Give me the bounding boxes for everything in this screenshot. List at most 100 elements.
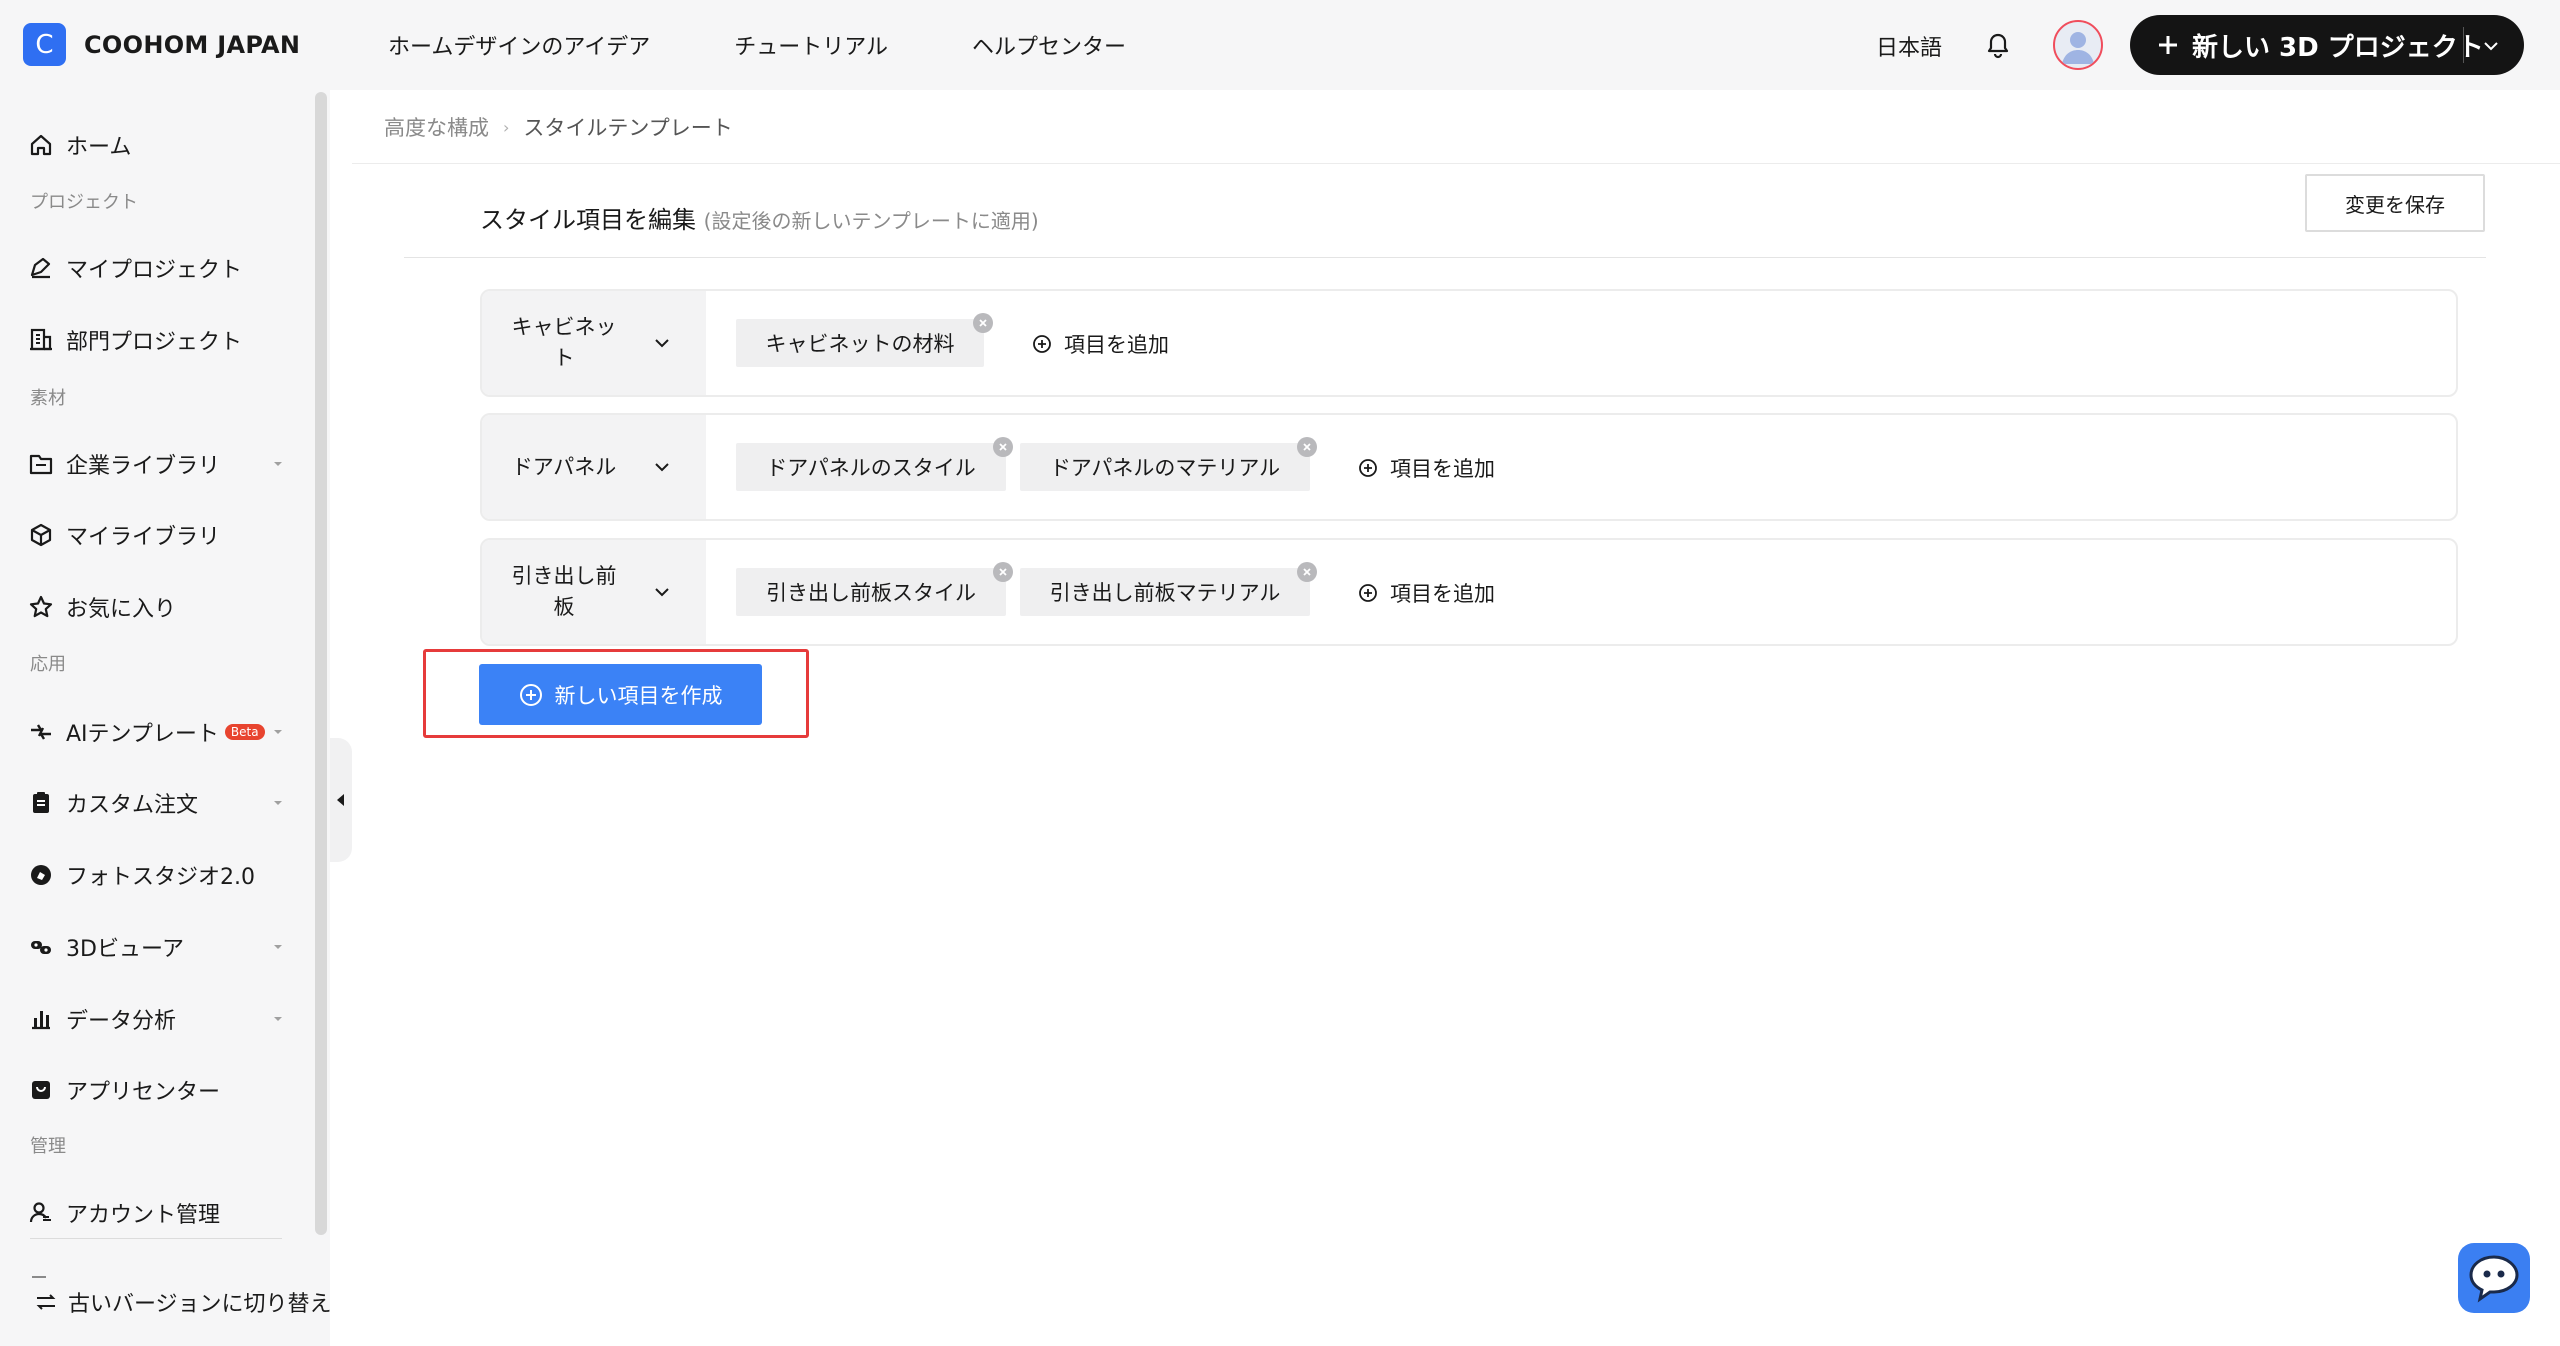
- style-item-chip[interactable]: キャビネットの材料: [736, 319, 984, 367]
- bell-icon[interactable]: [1982, 29, 2014, 61]
- star-icon: [29, 595, 53, 618]
- breadcrumb-parent[interactable]: 高度な構成: [384, 112, 489, 142]
- style-row-cabinet: キャビネット キャビネットの材料 項目を追加: [480, 289, 2458, 397]
- sidebar-item-home[interactable]: ホーム: [28, 125, 131, 165]
- breadcrumb: 高度な構成 › スタイルテンプレート: [384, 112, 733, 142]
- top-nav: ホームデザインのアイデア チュートリアル ヘルプセンター: [388, 0, 1210, 90]
- sidebar-item-label: カスタム注文: [66, 793, 199, 818]
- user-settings-icon: [29, 1202, 51, 1223]
- plus-circle-icon: [1359, 459, 1377, 477]
- breadcrumb-separator-icon: ›: [503, 117, 510, 137]
- remove-item-icon[interactable]: [973, 313, 993, 333]
- add-item-button[interactable]: 項目を追加: [1358, 453, 1495, 483]
- nav-help-center[interactable]: ヘルプセンター: [972, 29, 1126, 61]
- sidebar-item-label: ホーム: [66, 135, 132, 160]
- sidebar-item-my-library[interactable]: マイライブラリ: [28, 515, 220, 555]
- brand-logo: C: [23, 23, 66, 66]
- nav-tutorials[interactable]: チュートリアル: [734, 29, 888, 61]
- sidebar-item-label: アプリセンター: [66, 1080, 221, 1105]
- title-divider: [404, 257, 2486, 258]
- triangle-left-icon: [337, 794, 344, 806]
- chevron-down-icon: [655, 463, 669, 472]
- language-selector[interactable]: 日本語: [1876, 30, 1942, 62]
- remove-item-icon[interactable]: [993, 437, 1013, 457]
- sidebar-divider: [30, 1238, 282, 1239]
- sidebar-item-ai-templates[interactable]: AIテンプレート Beta: [28, 712, 282, 752]
- create-new-item-button[interactable]: 新しい項目を作成: [479, 664, 762, 725]
- sidebar-item-favorites[interactable]: お気に入り: [28, 587, 176, 627]
- link-chain-icon: [31, 941, 51, 954]
- plus-circle-icon: [1359, 584, 1377, 602]
- sidebar-item-data-analysis[interactable]: データ分析: [28, 999, 282, 1039]
- sidebar-item-label: マイライブラリ: [66, 525, 221, 550]
- sidebar-item-label: 3Dビューア: [66, 937, 185, 962]
- add-item-button[interactable]: 項目を追加: [1032, 329, 1169, 359]
- style-row-door-panel: ドアパネル ドアパネルのスタイル ドアパネルのマテリアル 項目を追加: [480, 413, 2458, 521]
- page-title: スタイル項目を編集 (設定後の新しいテンプレートに適用): [480, 200, 1039, 235]
- caret-down-icon: [274, 945, 282, 949]
- sidebar-item-app-center[interactable]: アプリセンター: [28, 1070, 220, 1110]
- chevron-down-icon: [655, 588, 669, 597]
- remove-item-icon[interactable]: [993, 562, 1013, 582]
- caret-down-icon: [274, 730, 282, 734]
- page-title-note: (設定後の新しいテンプレートに適用): [703, 209, 1039, 233]
- nav-home-design-ideas[interactable]: ホームデザインのアイデア: [388, 29, 650, 61]
- sidebar-item-label: お気に入り: [66, 597, 177, 622]
- sidebar-item-3d-viewer[interactable]: 3Dビューア: [28, 927, 282, 967]
- swap-icon: [36, 1294, 56, 1310]
- style-item-chip[interactable]: 引き出し前板マテリアル: [1020, 568, 1310, 616]
- sidebar-item-photo-studio[interactable]: フォトスタジオ2.0: [28, 855, 255, 895]
- sidebar-item-custom-order[interactable]: カスタム注文: [28, 783, 282, 823]
- building-icon: [30, 328, 52, 351]
- chevron-down-icon: [655, 339, 669, 348]
- sidebar-item-label: AIテンプレート: [66, 722, 219, 747]
- plus-circle-icon: [519, 683, 542, 706]
- chevron-down-icon[interactable]: [2479, 34, 2503, 58]
- sidebar: ホーム プロジェクト マイプロジェクト 部門プロジェクト 素材 企業ライブラリ …: [0, 90, 332, 1346]
- sidebar-item-account-mgmt[interactable]: アカウント管理: [28, 1193, 220, 1233]
- save-changes-button[interactable]: 変更を保存: [2305, 174, 2485, 232]
- brand[interactable]: C COOHOM JAPAN: [23, 23, 300, 66]
- row-category-name: キャビネット: [511, 315, 617, 370]
- chat-support-button[interactable]: [2458, 1243, 2530, 1313]
- caret-down-icon: [274, 462, 282, 466]
- switch-old-version-link[interactable]: 古いバージョンに切り替え: [34, 1282, 332, 1322]
- row-category-dropdown[interactable]: ドアパネル: [482, 415, 706, 519]
- new-3d-project-button[interactable]: 新しい 3D プロジェクト: [2130, 15, 2524, 75]
- sidebar-item-label: 企業ライブラリ: [66, 454, 221, 479]
- avatar[interactable]: [2053, 20, 2103, 70]
- switch-old-version-label: 古いバージョンに切り替え: [68, 1292, 332, 1317]
- style-row-drawer-front: 引き出し前板 引き出し前板スタイル 引き出し前板マテリアル 項目を追加: [480, 538, 2458, 646]
- style-item-chip[interactable]: ドアパネルのマテリアル: [1020, 443, 1310, 491]
- row-category-dropdown[interactable]: キャビネット: [482, 291, 706, 395]
- remove-item-icon[interactable]: [1297, 562, 1317, 582]
- plus-circle-icon: [1033, 335, 1051, 353]
- add-item-label: 項目を追加: [1064, 333, 1169, 357]
- shopping-bag-icon: [32, 1081, 50, 1099]
- create-new-item-label: 新しい項目を作成: [554, 683, 723, 708]
- remove-item-icon[interactable]: [1297, 437, 1317, 457]
- section-title-admin: 管理: [30, 1136, 66, 1157]
- sidebar-item-dept-projects[interactable]: 部門プロジェクト: [28, 320, 242, 360]
- sidebar-item-label: 部門プロジェクト: [66, 330, 243, 355]
- sidebar-item-company-library[interactable]: 企業ライブラリ: [28, 444, 282, 484]
- sidebar-collapse-toggle[interactable]: [330, 738, 352, 862]
- section-title-material: 素材: [30, 388, 66, 409]
- caret-down-icon: [274, 801, 282, 805]
- row-category-dropdown[interactable]: 引き出し前板: [482, 540, 706, 644]
- pencil-house-icon: [30, 257, 51, 279]
- chat-bubble-icon: [2469, 1255, 2519, 1303]
- style-item-chip[interactable]: ドアパネルのスタイル: [736, 443, 1006, 491]
- sidebar-scrollbar[interactable]: [315, 92, 327, 1235]
- sidebar-divider-mark: [32, 1276, 46, 1278]
- bar-chart-icon: [32, 1011, 50, 1030]
- style-item-chip[interactable]: 引き出し前板スタイル: [736, 568, 1006, 616]
- add-item-label: 項目を追加: [1390, 582, 1495, 606]
- button-divider: [2463, 27, 2464, 63]
- brand-name: COOHOM JAPAN: [84, 30, 301, 59]
- section-title-apps: 応用: [30, 654, 66, 675]
- header-divider: [352, 163, 2560, 164]
- new-3d-project-label: 新しい 3D プロジェクト: [2192, 32, 2484, 63]
- add-item-button[interactable]: 項目を追加: [1358, 578, 1495, 608]
- sidebar-item-my-projects[interactable]: マイプロジェクト: [28, 248, 242, 288]
